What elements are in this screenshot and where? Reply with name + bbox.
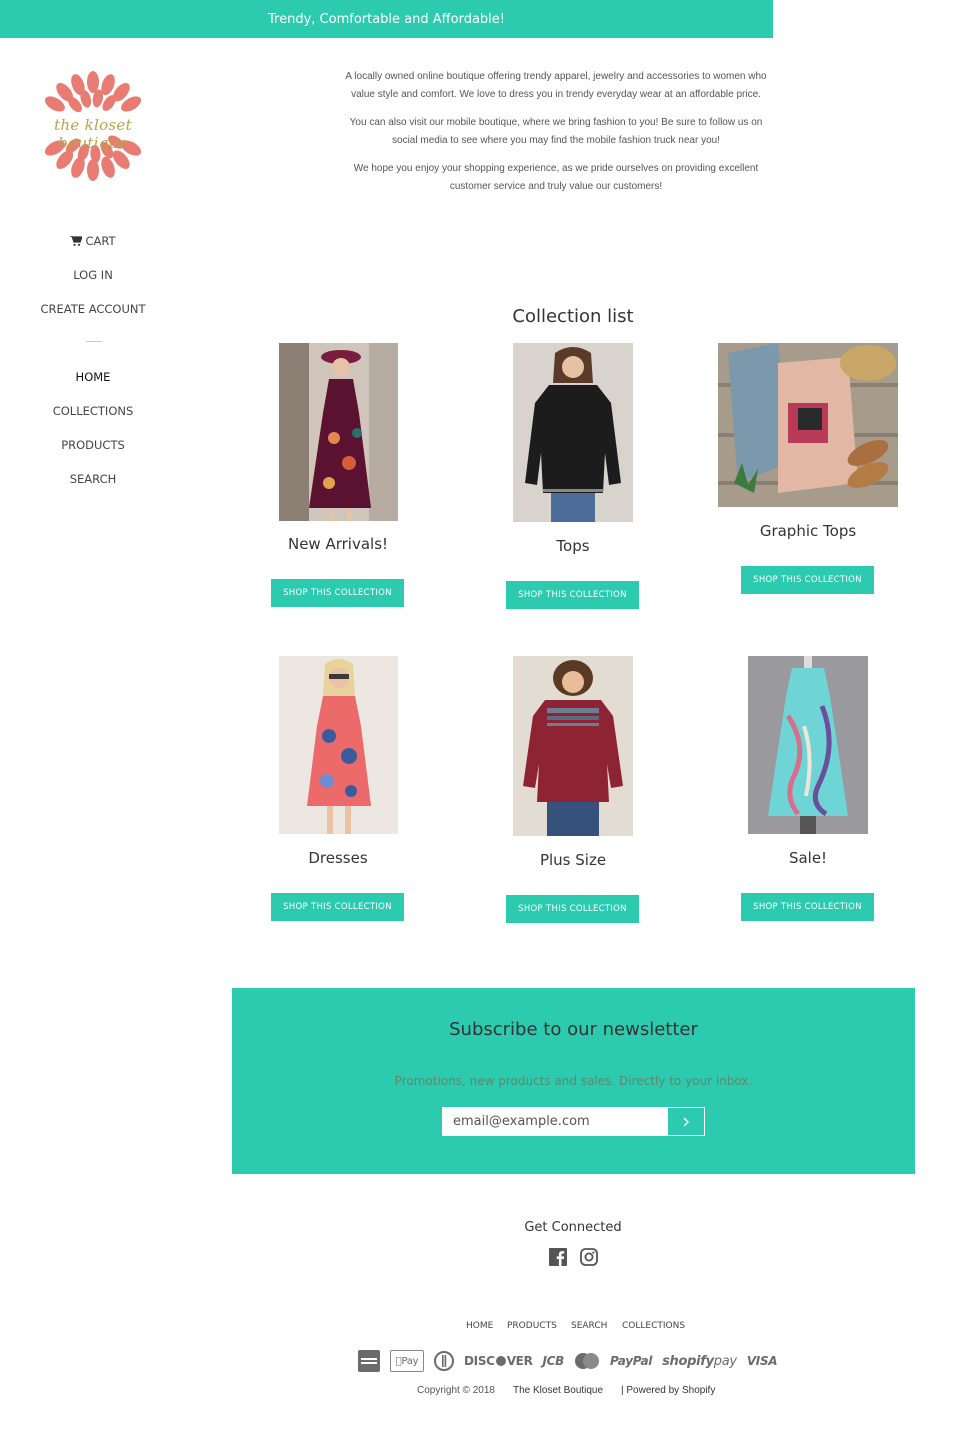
sidebar-item-search[interactable]: SEARCH [0,472,186,486]
collection-photo [718,343,898,507]
powered-by-link[interactable]: | Powered by Shopify [621,1385,715,1396]
announcement-bar: Trendy, Comfortable and Affordable! [0,0,773,38]
shop-collection-button[interactable]: SHOP THIS COLLECTION [271,893,404,921]
footer-nav-search[interactable]: SEARCH [571,1321,607,1331]
intro-paragraph: You can also visit our mobile boutique, … [349,117,763,146]
instagram-icon [580,1248,598,1266]
shop-collection-button[interactable]: SHOP THIS COLLECTION [506,895,639,923]
collection-photo [513,656,633,836]
collection-name[interactable]: Tops [455,537,691,555]
collection-name[interactable]: New Arrivals! [220,535,456,553]
logo-text: the kloset boutique [54,116,132,152]
shop-collection-button[interactable]: SHOP THIS COLLECTION [506,581,639,609]
copyright-text: Copyright © 2018 [417,1385,495,1396]
shop-collection-button[interactable]: SHOP THIS COLLECTION [271,579,404,607]
sidebar-item-home[interactable]: HOME [0,370,186,384]
apple-pay-icon: Pay [390,1350,424,1372]
create-account-link[interactable]: CREATE ACCOUNT [0,302,186,316]
footer-nav-home[interactable]: HOME [466,1321,493,1331]
facebook-link[interactable] [549,1248,567,1266]
collection-image-dresses[interactable] [279,656,398,834]
email-field[interactable]: email@example.com [442,1107,668,1136]
newsletter-submit-button[interactable] [667,1107,705,1136]
mastercard-icon [574,1350,600,1372]
collection-name[interactable]: Plus Size [455,851,691,869]
login-link[interactable]: LOG IN [0,268,186,282]
chevron-right-icon [683,1117,689,1126]
facebook-icon [549,1248,567,1266]
cart-label: CART [85,234,116,248]
collection-name[interactable]: Sale! [690,849,926,867]
jcb-icon: JCB [542,1354,565,1368]
store-logo[interactable]: the kloset boutique [20,70,166,186]
footer-nav-collections[interactable]: COLLECTIONS [622,1321,685,1331]
shop-collection-button[interactable]: SHOP THIS COLLECTION [741,566,874,594]
payment-icons: Pay DISCVER JCB PayPal shopifypay VISA [358,1349,778,1373]
shopify-pay-icon: shopify pay [662,1353,737,1369]
collection-image-new-arrivals[interactable] [279,343,398,521]
collection-list-title: Collection list [512,306,634,327]
collection-photo [513,343,633,522]
collection-photo [748,656,868,834]
collection-photo [279,343,398,521]
newsletter-section: Subscribe to our newsletter Promotions, … [232,988,915,1174]
footer-nav-products[interactable]: PRODUCTS [507,1321,557,1331]
intro-paragraph: We hope you enjoy your shopping experien… [353,163,759,192]
shop-collection-button[interactable]: SHOP THIS COLLECTION [741,893,874,921]
discover-icon: DISC VER [464,1354,533,1368]
collection-name[interactable]: Graphic Tops [690,522,926,540]
cart-icon [70,236,83,246]
sidebar-divider [86,341,102,342]
american-express-icon [358,1350,380,1372]
collection-photo [279,656,398,834]
intro-text: A locally owned online boutique offering… [340,68,772,206]
get-connected-title: Get Connected [524,1220,622,1235]
cart-link[interactable]: CART [0,234,186,248]
visa-icon: VISA [746,1354,778,1368]
instagram-link[interactable] [580,1248,598,1266]
paypal-icon: PayPal [610,1354,653,1368]
collection-image-sale[interactable] [748,656,868,834]
announcement-text: Trendy, Comfortable and Affordable! [268,11,505,27]
newsletter-title: Subscribe to our newsletter [449,1019,698,1040]
diners-club-icon [434,1350,454,1372]
sidebar-item-products[interactable]: PRODUCTS [0,438,186,452]
collection-image-graphic-tops[interactable] [718,343,898,507]
collection-image-plus-size[interactable] [513,656,633,836]
collection-image-tops[interactable] [513,343,633,522]
newsletter-subtitle: Promotions, new products and sales. Dire… [394,1074,753,1088]
intro-paragraph: A locally owned online boutique offering… [345,71,767,100]
collection-name[interactable]: Dresses [220,849,456,867]
store-name-link[interactable]: The Kloset Boutique [513,1385,603,1396]
sidebar-item-collections[interactable]: COLLECTIONS [0,404,186,418]
